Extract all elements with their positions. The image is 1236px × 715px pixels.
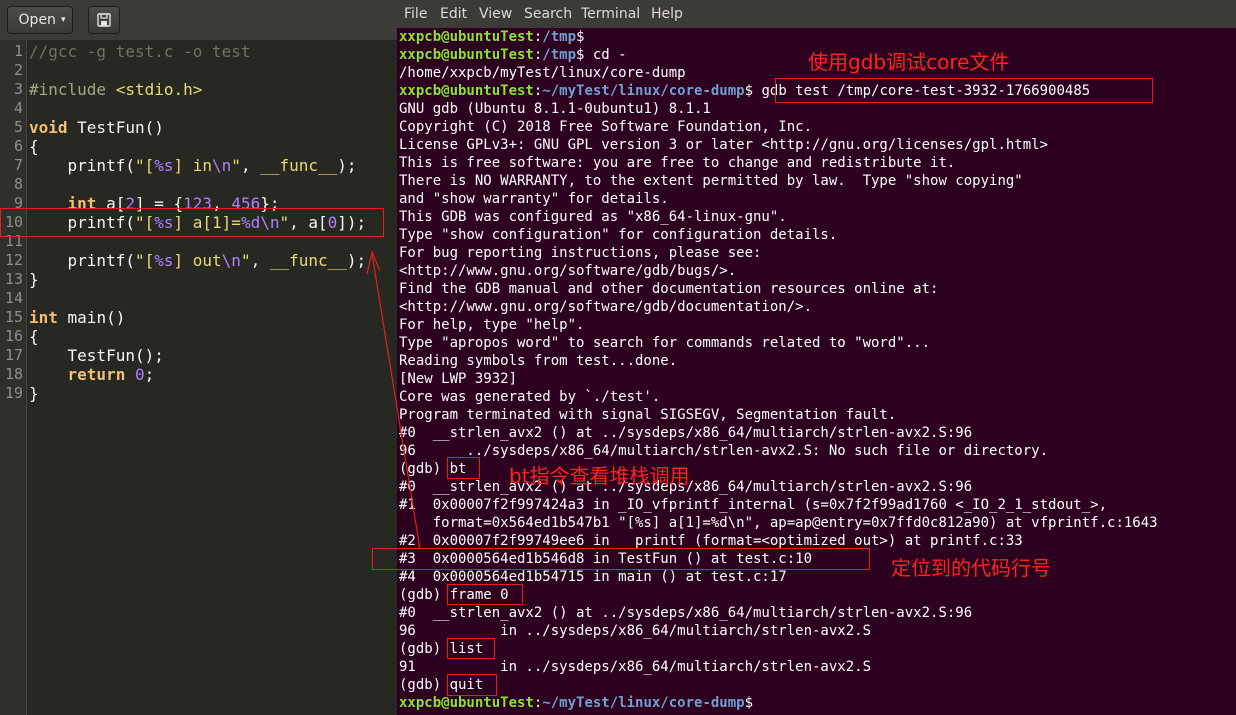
gutter-divider (26, 40, 27, 715)
terminal-line: Reading symbols from test...done. (399, 353, 678, 369)
code-line-highlight-box (0, 208, 384, 237)
line-number: 17 (4, 346, 23, 364)
terminal-line: There is NO WARRANTY, to the extent perm… (399, 173, 1023, 189)
open-button-label: Open (18, 12, 56, 28)
terminal-line: Type "show configuration" for configurat… (399, 227, 838, 243)
terminal-line: xxpcb@ubuntuTest:/tmp$ cd - (399, 47, 627, 63)
terminal-line: <http://www.gnu.org/software/gdb/documen… (399, 299, 813, 315)
terminal-menubar: File Edit View Search Terminal Help (397, 0, 1236, 28)
terminal-line: /home/xxpcb/myTest/linux/core-dump (399, 65, 686, 81)
menu-edit[interactable]: Edit (440, 6, 467, 22)
line-number: 1 (13, 42, 23, 60)
frame-line-highlight-box (372, 548, 870, 570)
quit-command-highlight-box (447, 674, 497, 696)
terminal-line: For bug reporting instructions, please s… (399, 245, 762, 261)
save-icon (97, 13, 111, 27)
terminal-line: Copyright (C) 2018 Free Software Foundat… (399, 119, 813, 135)
terminal-line: #1 0x00007f2f997424a3 in _IO_vfprintf_in… (399, 497, 1108, 513)
code-line-1: //gcc -g test.c -o test (29, 42, 251, 61)
menu-file[interactable]: File (404, 6, 427, 22)
line-number: 2 (13, 61, 23, 79)
line-number-gutter: 1 2 3 4 5 6 7 8 9 10 11 12 13 14 15 16 17 18 19 (0, 40, 26, 715)
terminal-window[interactable]: File Edit View Search Terminal Help xxpc… (397, 0, 1236, 715)
frame-command-highlight-box (447, 584, 523, 605)
code-line-15: int main() (29, 308, 126, 327)
line-number: 13 (4, 270, 23, 288)
terminal-line: Program terminated with signal SIGSEGV, … (399, 407, 897, 423)
list-command-highlight-box (447, 638, 495, 659)
menu-terminal[interactable]: Terminal (581, 6, 640, 22)
line-number: 12 (4, 251, 23, 269)
terminal-line: #0 __strlen_avx2 () at ../sysdeps/x86_64… (399, 605, 973, 621)
code-line-16: { (29, 327, 39, 346)
terminal-line: GNU gdb (Ubuntu 8.1.1-0ubuntu1) 8.1.1 (399, 101, 711, 117)
menu-help[interactable]: Help (651, 6, 683, 22)
line-number: 16 (4, 327, 23, 345)
line-number: 3 (13, 80, 23, 98)
code-line-5: void TestFun() (29, 118, 164, 137)
terminal-line: xxpcb@ubuntuTest:~/myTest/linux/core-dum… (399, 695, 754, 711)
code-line-19: } (29, 384, 39, 403)
locate-annotation: 定位到的代码行号 (891, 556, 1051, 580)
code-line-17: TestFun(); (29, 346, 164, 365)
save-button[interactable] (88, 6, 120, 34)
gdb-annotation: 使用gdb调试core文件 (808, 50, 1010, 74)
code-line-18: return 0; (67, 365, 155, 384)
line-number: 4 (13, 99, 23, 117)
terminal-line: [New LWP 3932] (399, 371, 518, 387)
terminal-line: format=0x564ed1b547b1 "[%s] a[1]=%d\n", … (399, 515, 1158, 531)
line-number: 18 (4, 365, 23, 383)
gdb-command-highlight-box (775, 78, 1153, 103)
code-line-6: { (29, 137, 39, 156)
line-number: 7 (13, 156, 23, 174)
terminal-line: <http://www.gnu.org/software/gdb/bugs/>. (399, 263, 737, 279)
line-number: 6 (13, 137, 23, 155)
terminal-line: and "show warranty" for details. (399, 191, 669, 207)
chevron-down-icon: ▾ (60, 15, 66, 25)
code-line-7: printf("[%s] in\n", __func__); (29, 156, 357, 175)
editor-toolbar: Open ▾ (0, 0, 397, 40)
terminal-line: For help, type "help". (399, 317, 585, 333)
line-number: 15 (4, 308, 23, 326)
line-number: 14 (4, 289, 23, 307)
line-number: 19 (4, 384, 23, 402)
code-line-3: #include <stdio.h> (29, 80, 203, 99)
terminal-line: #0 __strlen_avx2 () at ../sysdeps/x86_64… (399, 425, 973, 441)
code-line-13: } (29, 270, 39, 289)
code-editor[interactable]: Open ▾ 1 2 3 4 5 6 7 8 9 10 11 12 13 14 15 16 17 18 19 //g… (0, 0, 397, 715)
terminal-line: xxpcb@ubuntuTest:/tmp$ (399, 29, 585, 45)
menu-search[interactable]: Search (524, 6, 572, 22)
open-button[interactable]: Open ▾ (7, 6, 73, 34)
terminal-line: Core was generated by `./test'. (399, 389, 661, 405)
terminal-line: License GPLv3+: GNU GPL version 3 or lat… (399, 137, 1049, 153)
menu-view[interactable]: View (479, 6, 512, 22)
terminal-line: This GDB was configured as "x86_64-linux… (399, 209, 787, 225)
line-number: 8 (13, 175, 23, 193)
terminal-line: Find the GDB manual and other documentat… (399, 281, 939, 297)
terminal-line: This is free software: you are free to c… (399, 155, 956, 171)
bt-annotation: bt指令查看堆栈调用 (509, 464, 690, 488)
terminal-line: 96 ../sysdeps/x86_64/multiarch/strlen-av… (399, 443, 1049, 459)
code-line-12: printf("[%s] out\n", __func__); (29, 251, 367, 270)
terminal-line: Type "apropos word" to search for comman… (399, 335, 931, 351)
line-number: 5 (13, 118, 23, 136)
bt-command-highlight-box (447, 457, 480, 479)
